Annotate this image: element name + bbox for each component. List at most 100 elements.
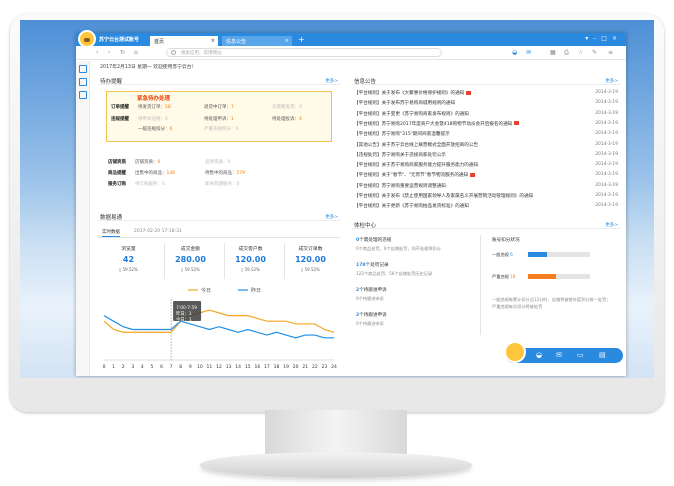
notice-item[interactable]: 【平台规则】关于发布苏宁易购商城用规则的通知 <box>354 100 455 106</box>
toolbar: ‹ › ↻ ⌂ 搜索应用、常用网址 ◒ ✉ ▦ ⎙ ☆ ✎ ≡ <box>76 46 626 60</box>
notices-more-link[interactable]: 更多> <box>605 78 618 84</box>
check-item-head[interactable]: 178个处罚记录 <box>356 262 389 268</box>
back-icon[interactable]: ‹ <box>96 49 98 56</box>
close-icon[interactable]: × <box>211 38 215 44</box>
violation-item[interactable]: 待申诉违规：0 <box>138 116 168 122</box>
notice-date: 2014-3-19 <box>595 100 618 106</box>
print-icon[interactable]: ⎙ <box>564 49 569 57</box>
stat-value: 120.00 <box>295 255 326 264</box>
tab-home-label: 首页 <box>154 39 165 45</box>
goods-item[interactable]: 待售中的商品：579 <box>205 170 245 176</box>
x-tick-label: 5 <box>150 364 153 370</box>
stat-card[interactable]: 成交订单数 120.00 ▯ 59.52% <box>288 243 333 283</box>
x-tick-label: 22 <box>312 364 318 370</box>
goods-item[interactable]: 出售中的商品：146 <box>135 170 175 176</box>
message-icon[interactable]: ✉ <box>526 49 531 56</box>
series-line-yesterday <box>103 315 334 339</box>
line-chart[interactable]: 今日 昨日0 1 2 3 4 5 6 7 8 9 10 11 12 13 14 15 16 17 18 19 20 21 22… <box>98 285 340 375</box>
search-input[interactable]: 搜索应用、常用网址 <box>166 48 442 57</box>
tab-realtime[interactable]: 实时数据 <box>102 229 120 237</box>
monitor-base <box>200 452 472 478</box>
sidebar <box>76 61 90 376</box>
legend-label-yesterday: 昨日 <box>251 287 261 294</box>
stat-pct: ▯ 59.52% <box>119 267 138 272</box>
notice-item[interactable]: 【平台规则】关于苏宁易购商家服务能力提升服务能力的通知 <box>354 162 478 168</box>
hot-badge <box>514 121 520 126</box>
new-tab-icon[interactable]: + <box>298 35 305 44</box>
shop-item[interactable]: 店铺资质：0 <box>135 159 160 165</box>
tooltip-today: 昨日：1 <box>176 310 192 317</box>
bookmark-icon[interactable]: ☆ <box>578 49 583 56</box>
notice-item[interactable]: 【平台规则】关于发布《禁止使用国家领导人及家属名义开展营销活动管理规则》的通知 <box>354 193 533 199</box>
x-tick-label: 6 <box>160 364 163 370</box>
notice-item[interactable]: 【违规处罚】苏宁易购关于违规商家处罚公示 <box>354 152 446 158</box>
check-item-head[interactable]: 2个待跟进申诉 <box>356 312 387 318</box>
tools-icon[interactable]: ✎ <box>592 49 597 56</box>
violation-item[interactable]: 严重违规扣分：0 <box>204 126 238 132</box>
notice-item[interactable]: 【平台规则】关于"春节"、"元宵节"春节物流服务的通知 <box>354 172 476 178</box>
stat-value: 280.00 <box>175 255 206 264</box>
close-icon[interactable]: × <box>285 38 289 44</box>
todo-more-link[interactable]: 更多> <box>325 78 338 84</box>
violation-item[interactable]: 待处理投诉：4 <box>272 116 302 122</box>
x-tick-label: 15 <box>245 364 251 370</box>
card-icon[interactable]: ▭ <box>577 351 584 359</box>
notice-item[interactable]: 【平台规则】苏宁易购重要运营规则调整通知 <box>354 183 446 189</box>
service-label: 服务订购 <box>108 182 126 187</box>
calendar-icon[interactable]: ▤ <box>599 351 606 359</box>
orders-item[interactable]: 退货中订单：7 <box>204 104 234 110</box>
clipboard-icon[interactable] <box>79 78 87 86</box>
tab-notices[interactable]: 信息公告 × <box>222 36 292 46</box>
chat-icon[interactable]: ◒ <box>536 351 542 359</box>
score-note: 一般违规每累计扣分达12分时，店铺将被按年度积分统一处罚；严重违规每次扣分将被处… <box>492 297 611 309</box>
x-tick-label: 9 <box>189 364 192 370</box>
check-more-link[interactable]: 更多> <box>605 222 618 228</box>
apps-icon[interactable]: ▦ <box>550 49 556 56</box>
chat-icon[interactable]: ◒ <box>512 49 517 56</box>
title-bar: 苏宁云台测试账号 首页 × 信息公告 × + ▾–□× <box>76 30 626 48</box>
notice-date: 2014-3-19 <box>595 193 618 198</box>
notice-item[interactable]: 【平台规则】苏宁易购"315"期间商家温馨提示 <box>354 131 450 137</box>
violation-item[interactable]: 一般违规扣分：6 <box>138 126 172 132</box>
data-more-link[interactable]: 更多> <box>325 214 338 220</box>
stat-pct: ▯ 59.52% <box>181 267 200 272</box>
service-item[interactable]: 待订购服务：0 <box>135 181 165 187</box>
grid-icon[interactable] <box>79 91 87 99</box>
list-icon[interactable] <box>79 65 87 73</box>
service-item[interactable]: 即将到期服务：0 <box>205 181 239 187</box>
assistant-avatar[interactable] <box>504 341 526 363</box>
notice-item[interactable]: 【平台规则】苏宁易购2017年度商户大会暨418购物节动员会开启报名的通知 <box>354 121 520 127</box>
mail-icon[interactable]: ✉ <box>556 351 562 359</box>
notice-date: 2014-3-19 <box>595 151 618 157</box>
notice-item[interactable]: 【其他公告】关于苏宁云台线上联营模式全面开放招商的公告 <box>354 142 478 148</box>
window-controls[interactable]: ▾–□× <box>585 35 622 42</box>
check-item-head[interactable]: 0个需处理的违规 <box>356 237 391 243</box>
forward-icon[interactable]: › <box>108 49 110 56</box>
orders-item[interactable]: 买家催发货：0 <box>272 104 302 110</box>
search-icon <box>171 50 176 55</box>
stat-card[interactable]: 成交客户数 120.00 ▯ 59.52% <box>228 243 273 283</box>
notice-item[interactable]: 【平台规则】关于更新《苏宁易购拍品发货标准》的通知 <box>354 203 469 209</box>
divider <box>284 243 285 279</box>
x-tick-label: 1 <box>112 364 115 370</box>
goods-label: 商品提醒 <box>108 171 126 176</box>
notice-item[interactable]: 【平台规则】关于变更《苏宁易购商家发布规则》的通知 <box>354 111 469 117</box>
refresh-icon[interactable]: ↻ <box>120 49 125 56</box>
orders-item[interactable]: 待发货订单：58 <box>138 104 171 110</box>
urgent-title: 紧急待办处理 <box>137 96 171 102</box>
notices-panel: 信息公告 更多> 【平台规则】关于发布《大聚惠价格保护规则》的通知 2014-3-1… <box>352 75 620 215</box>
serious-violation-fill <box>528 274 556 279</box>
tab-home[interactable]: 首页 × <box>150 36 218 46</box>
x-tick-label: 7 <box>170 364 173 370</box>
violation-item[interactable]: 待处理申诉：1 <box>204 116 234 122</box>
stat-card[interactable]: 浏览量 42 ▯ 59.52% <box>106 243 151 283</box>
check-item-head[interactable]: 2个待跟进申诉 <box>356 287 387 293</box>
x-tick-label: 11 <box>207 364 213 370</box>
notice-item[interactable]: 【平台规则】关于发布《大聚惠价格保护规则》的通知 <box>354 90 472 96</box>
menu-icon[interactable]: ≡ <box>608 49 613 56</box>
stat-card[interactable]: 成交金额 280.00 ▯ 59.52% <box>168 243 213 283</box>
stat-pct: ▯ 59.52% <box>241 267 260 272</box>
app-window: 苏宁云台测试账号 首页 × 信息公告 × + ▾–□× ‹ › ↻ ⌂ 搜索应用、常… <box>76 30 626 376</box>
home-icon[interactable]: ⌂ <box>134 49 138 56</box>
shop-item[interactable]: 品牌资质：0 <box>205 159 230 165</box>
